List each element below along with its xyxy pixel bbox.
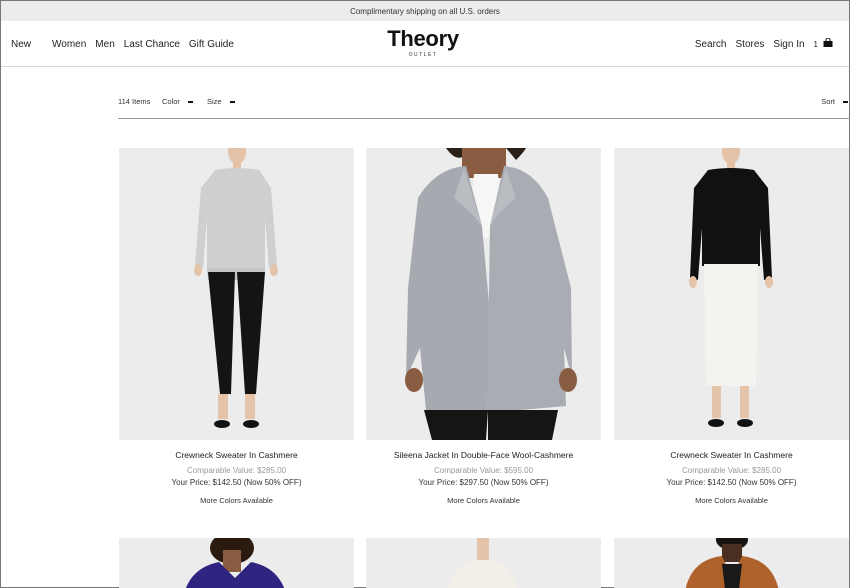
color-filter-toggle-icon bbox=[187, 100, 193, 103]
shopping-bag-icon[interactable] bbox=[823, 37, 833, 47]
site-header: New Women Men Last Chance Gift Guide The… bbox=[1, 21, 849, 67]
main-nav: New Women Men Last Chance Gift Guide bbox=[11, 21, 243, 67]
size-filter[interactable]: Size bbox=[207, 97, 235, 106]
search-link[interactable]: Search bbox=[695, 39, 727, 50]
product-price: Your Price: $142.50 (Now 50% OFF) bbox=[666, 478, 797, 487]
more-colors-link[interactable]: More Colors Available bbox=[366, 496, 601, 505]
nav-new[interactable]: New bbox=[11, 39, 31, 50]
product-card[interactable] bbox=[614, 538, 849, 588]
promo-text: Complimentary shipping on all U.S. order… bbox=[350, 6, 500, 16]
sign-in-link[interactable]: Sign In bbox=[773, 39, 804, 50]
color-filter-label: Color bbox=[162, 97, 180, 106]
color-filter[interactable]: Color bbox=[162, 97, 193, 106]
product-image[interactable] bbox=[366, 148, 601, 440]
product-price: Your Price: $297.50 (Now 50% OFF) bbox=[418, 478, 549, 487]
sort-toggle-icon bbox=[843, 100, 848, 103]
comparable-value: Comparable Value: $595.00 bbox=[433, 466, 534, 475]
product-image[interactable] bbox=[119, 538, 354, 588]
nav-gift-guide[interactable]: Gift Guide bbox=[189, 39, 234, 50]
item-count-label: 114 Items bbox=[118, 97, 151, 106]
product-card[interactable]: Crewneck Sweater In Cashmere Comparable … bbox=[119, 148, 354, 505]
product-card[interactable]: Sileena Jacket In Double-Face Wool-Cashm… bbox=[366, 148, 601, 505]
more-colors-link[interactable]: More Colors Available bbox=[614, 496, 849, 505]
product-card[interactable]: Crewneck Sweater In Cashmere Comparable … bbox=[614, 148, 849, 505]
product-price: Your Price: $142.50 (Now 50% OFF) bbox=[171, 478, 302, 487]
logo[interactable]: Theory OUTLET bbox=[378, 26, 468, 59]
nav-last-chance[interactable]: Last Chance bbox=[124, 39, 180, 50]
logo-text: Theory bbox=[387, 26, 459, 51]
item-count: 114 Items bbox=[118, 97, 150, 106]
size-filter-toggle-icon bbox=[229, 100, 235, 103]
nav-women[interactable]: Women bbox=[52, 39, 86, 50]
comparable-value: Comparable Value: $285.00 bbox=[681, 466, 782, 475]
product-image[interactable] bbox=[614, 148, 849, 440]
product-image[interactable] bbox=[614, 538, 849, 588]
product-card[interactable] bbox=[119, 538, 354, 588]
more-colors-link[interactable]: More Colors Available bbox=[119, 496, 354, 505]
sort-label: Sort bbox=[821, 97, 835, 106]
bag-count[interactable]: 1 bbox=[814, 40, 818, 49]
product-image[interactable] bbox=[119, 148, 354, 440]
product-image[interactable] bbox=[366, 538, 601, 588]
size-filter-label: Size bbox=[207, 97, 222, 106]
stores-link[interactable]: Stores bbox=[736, 39, 765, 50]
utility-nav: Search Stores Sign In 1 bbox=[686, 21, 833, 67]
filter-bar: 114 Items Color Size Sort bbox=[118, 93, 850, 119]
product-card[interactable] bbox=[366, 538, 601, 588]
logo-subtext: OUTLET bbox=[408, 52, 438, 58]
promo-banner: Complimentary shipping on all U.S. order… bbox=[1, 1, 849, 21]
product-name[interactable]: Crewneck Sweater In Cashmere bbox=[119, 450, 354, 460]
nav-men[interactable]: Men bbox=[95, 39, 114, 50]
product-name[interactable]: Sileena Jacket In Double-Face Wool-Cashm… bbox=[366, 450, 601, 460]
comparable-value: Comparable Value: $285.00 bbox=[186, 466, 287, 475]
sort-dropdown[interactable]: Sort bbox=[821, 97, 848, 106]
product-name[interactable]: Crewneck Sweater In Cashmere bbox=[614, 450, 849, 460]
